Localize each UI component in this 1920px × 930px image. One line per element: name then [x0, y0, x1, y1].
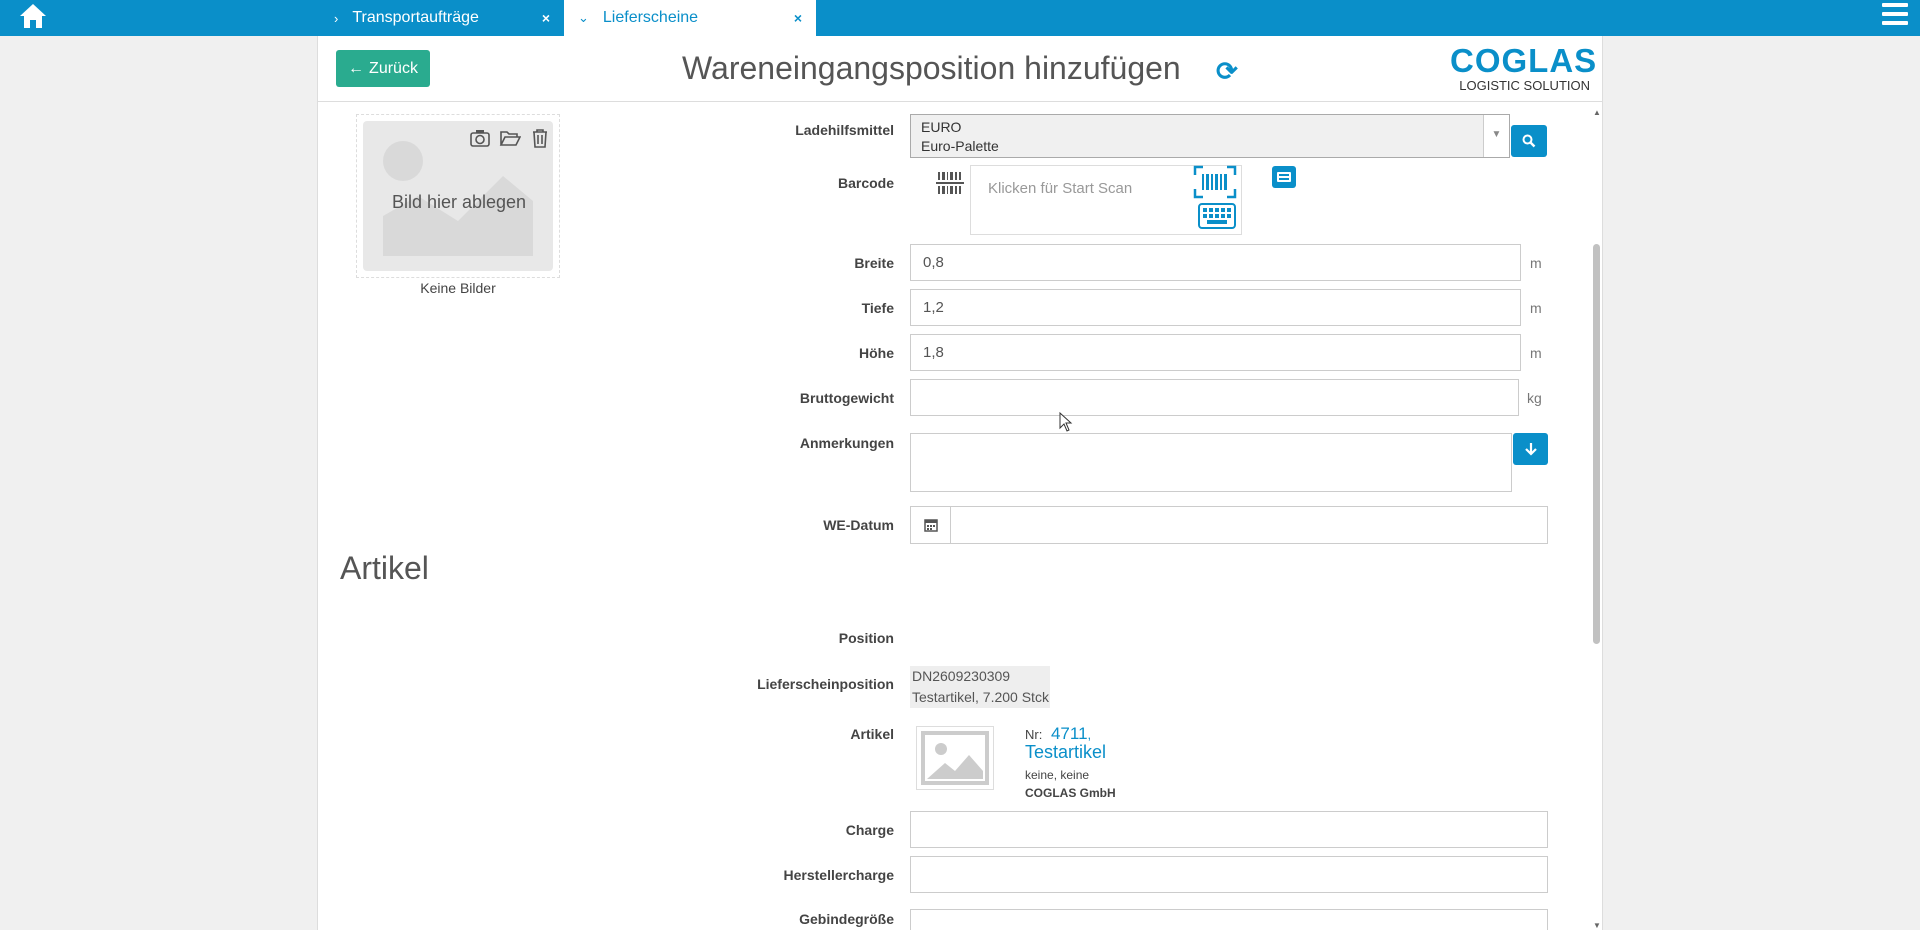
bruttogewicht-label: Bruttogewicht: [799, 390, 894, 406]
ladehilfsmittel-label: Ladehilfsmittel: [795, 122, 894, 138]
anmerkungen-textarea[interactable]: [910, 433, 1512, 492]
dropdown-arrow-icon[interactable]: ▼: [1483, 115, 1509, 157]
article-company: COGLAS GmbH: [1025, 786, 1116, 800]
position-label: Position: [838, 630, 894, 646]
camera-icon[interactable]: [469, 127, 491, 149]
tiefe-input[interactable]: 1,2: [910, 289, 1521, 326]
image-drop-zone[interactable]: Bild hier ablegen: [356, 114, 560, 278]
ladehilfsmittel-code: EURO: [921, 119, 962, 135]
charge-label: Charge: [845, 822, 894, 838]
hoehe-input[interactable]: 1,8: [910, 334, 1521, 371]
article-name[interactable]: Testartikel: [1025, 742, 1106, 763]
scrollbar-thumb[interactable]: [1593, 244, 1600, 644]
tab-label: Lieferscheine: [602, 9, 699, 26]
delivery-note-item: Testartikel, 7.200 Stck: [912, 689, 1049, 705]
lieferscheinposition-label: Lieferscheinposition: [757, 676, 894, 692]
gebindegroesse-input[interactable]: [910, 909, 1548, 930]
chevron-right-icon: ›: [334, 10, 339, 26]
lieferscheinposition-value[interactable]: DN2609230309 Testartikel, 7.200 Stck: [910, 666, 1050, 708]
trash-icon[interactable]: [529, 127, 551, 149]
logo: COGLAS LOGISTIC SOLUTION: [1450, 42, 1598, 94]
scan-icon[interactable]: [1193, 165, 1237, 199]
breite-input[interactable]: 0,8: [910, 244, 1521, 281]
chevron-down-icon: ⌄: [578, 10, 589, 25]
scroll-down-icon[interactable]: ▼: [1593, 921, 1601, 930]
keyboard-icon[interactable]: [1198, 203, 1236, 229]
bruttogewicht-input[interactable]: [910, 379, 1519, 416]
search-icon: [1522, 134, 1536, 148]
no-images-label: Keine Bilder: [420, 280, 496, 296]
article-variant: keine, keine: [1025, 768, 1090, 782]
bruttogewicht-unit: kg: [1527, 390, 1542, 406]
section-title-artikel: Artikel: [340, 550, 429, 586]
page-title: Wareneingangsposition hinzufügen: [682, 50, 1181, 86]
mouse-cursor-icon: [1059, 412, 1073, 432]
article-number-label: Nr:: [1025, 727, 1043, 742]
menu-icon[interactable]: [1882, 3, 1908, 27]
tab-transportauftraege[interactable]: › Transportaufträge ×: [320, 0, 564, 36]
main-page: ← Zurück Wareneingangsposition hinzufüge…: [317, 36, 1603, 930]
close-icon[interactable]: ×: [794, 10, 802, 26]
page-header: ← Zurück Wareneingangsposition hinzufüge…: [318, 36, 1602, 102]
tab-label: Transportaufträge: [352, 9, 479, 26]
herstellercharge-label: Herstellercharge: [783, 867, 894, 883]
barcode-label: Barcode: [837, 175, 894, 191]
folder-open-icon[interactable]: [499, 127, 521, 149]
drop-text: Bild hier ablegen: [391, 192, 527, 212]
barcode-icon: [936, 172, 964, 194]
tiefe-label: Tiefe: [861, 300, 894, 316]
image-placeholder-icon: [921, 731, 989, 785]
calendar-button[interactable]: [911, 507, 951, 543]
tiefe-unit: m: [1530, 300, 1542, 316]
delivery-note-number: DN2609230309: [912, 668, 1011, 684]
artikel-label: Artikel: [850, 726, 894, 742]
refresh-icon[interactable]: ⟳: [1216, 56, 1238, 87]
top-navigation-bar: › Transportaufträge × ⌄ Lieferscheine ×: [0, 0, 1920, 36]
breite-label: Breite: [854, 255, 894, 271]
back-button[interactable]: ← Zurück: [336, 50, 430, 87]
calendar-icon: [923, 519, 938, 532]
logo-subtitle: LOGISTIC SOLUTION: [1459, 78, 1590, 93]
herstellercharge-input[interactable]: [910, 856, 1548, 893]
breite-unit: m: [1530, 255, 1542, 271]
logo-text: COGLAS: [1450, 42, 1598, 79]
tab-lieferscheine[interactable]: ⌄ Lieferscheine ×: [564, 0, 816, 36]
article-number[interactable]: 4711: [1051, 724, 1088, 743]
expand-button[interactable]: [1513, 433, 1548, 465]
article-image: [916, 726, 994, 790]
home-icon[interactable]: [18, 2, 48, 30]
search-button[interactable]: [1511, 125, 1547, 157]
we-datum-label: WE-Datum: [823, 517, 894, 533]
scroll-up-icon[interactable]: ▲: [1593, 108, 1601, 117]
close-icon[interactable]: ×: [542, 10, 550, 26]
ladehilfsmittel-name: Euro-Palette: [921, 138, 999, 154]
hoehe-unit: m: [1530, 345, 1542, 361]
arrow-left-icon: ←: [348, 59, 365, 77]
arrow-down-icon: [1524, 443, 1537, 456]
barcode-placeholder: Klicken für Start Scan: [988, 180, 1133, 197]
ladehilfsmittel-select[interactable]: EURO Euro-Palette ▼: [910, 114, 1510, 158]
keyboard-small-icon: [1277, 172, 1291, 182]
keyboard-toggle-button[interactable]: [1272, 166, 1296, 188]
image-toolbar: [469, 127, 551, 149]
charge-input[interactable]: [910, 811, 1548, 848]
article-number-row: Nr: 4711,: [1025, 724, 1092, 743]
gebindegroesse-label: Gebindegröße: [799, 911, 894, 927]
we-datum-input[interactable]: [910, 506, 1548, 544]
back-button-label: Zurück: [369, 59, 418, 77]
hoehe-label: Höhe: [859, 345, 894, 361]
scrollbar[interactable]: ▲ ▼: [1591, 106, 1602, 930]
anmerkungen-label: Anmerkungen: [799, 435, 894, 451]
